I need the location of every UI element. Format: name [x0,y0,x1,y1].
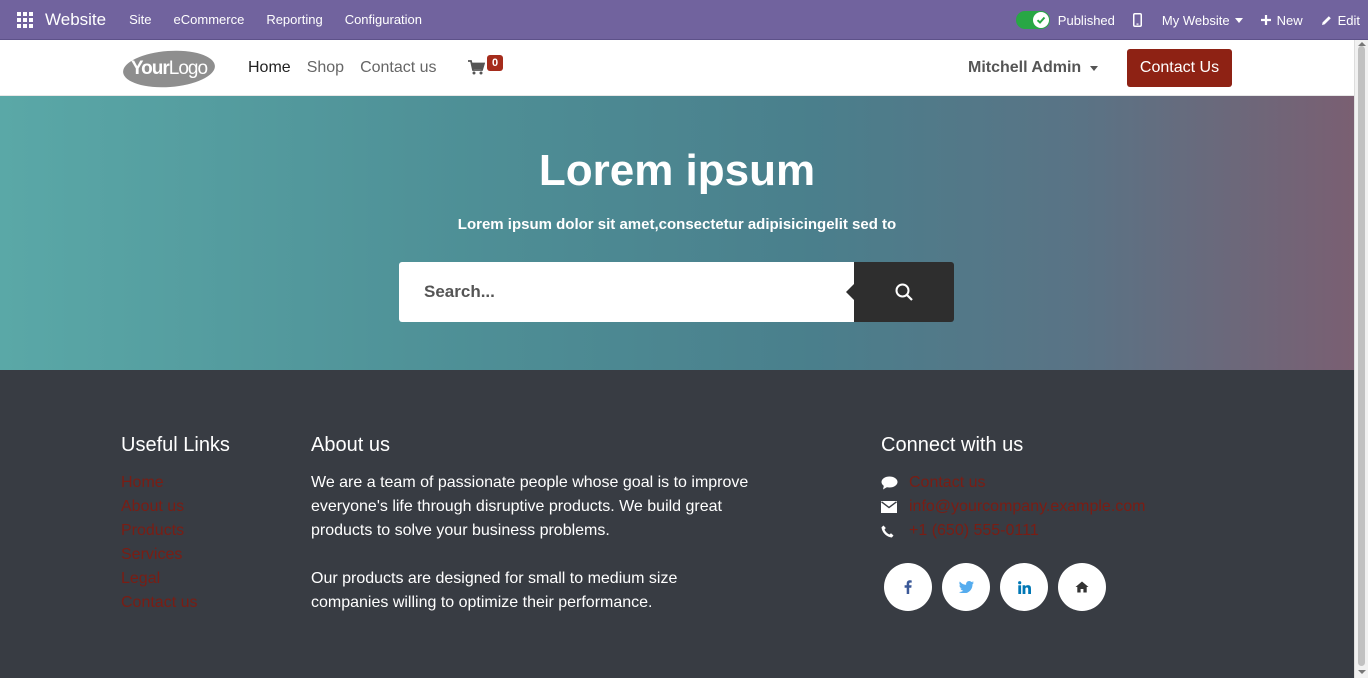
twitter-icon[interactable] [942,563,990,611]
nav-contact-us[interactable]: Contact us [360,59,436,77]
footer-link-home[interactable]: Home [121,471,230,495]
check-icon [1032,12,1049,28]
hero-title: Lorem ipsum [538,146,816,195]
site-logo[interactable]: YourLogo [121,48,217,88]
admin-menu-ecommerce[interactable]: eCommerce [163,12,256,27]
hero-subtitle: Lorem ipsum dolor sit amet,consectetur a… [457,216,897,233]
chevron-down-icon [1234,17,1243,23]
website-navbar: YourLogo Home Shop Contact us 0 Mitchell… [0,40,1354,96]
cart-icon [468,60,485,75]
contact-us-button[interactable]: Contact Us [1127,49,1232,87]
footer-link-legal[interactable]: Legal [121,567,230,591]
admin-menu: Site eCommerce Reporting Configuration [118,12,433,27]
about-column: About us We are a team of passionate peo… [311,434,751,615]
scrollbar-thumb[interactable] [1358,46,1365,666]
pencil-icon [1321,15,1331,25]
mobile-preview-button[interactable] [1132,13,1148,27]
phone-icon [881,525,909,538]
website-selector[interactable]: My Website [1162,13,1243,28]
new-button[interactable]: New [1260,12,1303,28]
connect-phone-link[interactable]: +1 (650) 555-0111 [909,519,1039,543]
about-heading: About us [311,434,390,456]
connect-contact-row: Contact us [881,471,1146,495]
admin-menu-reporting[interactable]: Reporting [255,12,333,27]
search-bar [399,262,954,322]
envelope-icon [881,501,909,513]
hero-section: Lorem ipsum Lorem ipsum dolor sit amet,c… [0,96,1354,370]
app-brand[interactable]: Website [45,10,106,30]
scroll-down-arrow-icon[interactable] [1358,670,1366,674]
about-paragraph-1: We are a team of passionate people whose… [311,474,749,539]
footer-link-contact-us[interactable]: Contact us [121,591,230,615]
useful-links-heading: Useful Links [121,434,230,456]
admin-menu-configuration[interactable]: Configuration [334,12,433,27]
user-menu[interactable]: Mitchell Admin [968,40,1099,96]
mobile-icon [1132,13,1142,27]
edit-button-label: Edit [1337,12,1360,28]
nav-shop[interactable]: Shop [307,59,344,77]
svg-text:YourLogo: YourLogo [131,58,208,79]
useful-links-list: Home About us Products Services Legal Co… [121,471,230,615]
connect-heading: Connect with us [881,434,1024,456]
website-selector-label: My Website [1161,12,1230,28]
comment-icon [881,476,909,490]
admin-menu-site[interactable]: Site [118,12,162,27]
search-button[interactable] [846,262,954,322]
admin-right-controls: Published My Website New Edit [1015,0,1360,40]
about-paragraph-2: Our products are designed for small to m… [311,570,678,611]
connect-contact-link[interactable]: Contact us [909,471,985,495]
footer-link-about-us[interactable]: About us [121,495,230,519]
connect-column: Connect with us Contact us info@yourcomp… [881,434,1146,611]
footer: Useful Links Home About us Products Serv… [0,370,1354,678]
published-label[interactable]: Published [1058,13,1115,28]
edit-button[interactable]: Edit [1321,13,1360,28]
social-links [884,563,1146,611]
connect-email-link[interactable]: info@yourcompany.example.com [909,495,1146,519]
footer-link-services[interactable]: Services [121,543,230,567]
facebook-icon[interactable] [884,563,932,611]
search-icon [895,283,913,301]
linkedin-icon[interactable] [1000,563,1048,611]
about-text: We are a team of passionate people whose… [311,471,751,615]
published-toggle[interactable] [1015,11,1050,29]
footer-link-products[interactable]: Products [121,519,230,543]
admin-bar: Website Site eCommerce Reporting Configu… [0,0,1368,40]
plus-icon [1260,15,1271,25]
cart-button[interactable]: 0 [468,55,508,83]
home-icon[interactable] [1058,563,1106,611]
chevron-down-icon [1090,65,1099,71]
new-button-label: New [1276,12,1303,28]
page-scrollbar[interactable] [1354,40,1368,678]
apps-grid-icon[interactable] [17,11,33,28]
connect-phone-row: +1 (650) 555-0111 [881,519,1146,543]
cart-count-badge: 0 [487,55,504,71]
nav-home[interactable]: Home [248,59,291,77]
connect-email-row: info@yourcompany.example.com [881,495,1146,519]
useful-links-column: Useful Links Home About us Products Serv… [121,434,230,615]
search-input[interactable] [399,262,854,322]
user-name: Mitchell Admin [968,59,1082,76]
main-nav: Home Shop Contact us [248,40,453,96]
